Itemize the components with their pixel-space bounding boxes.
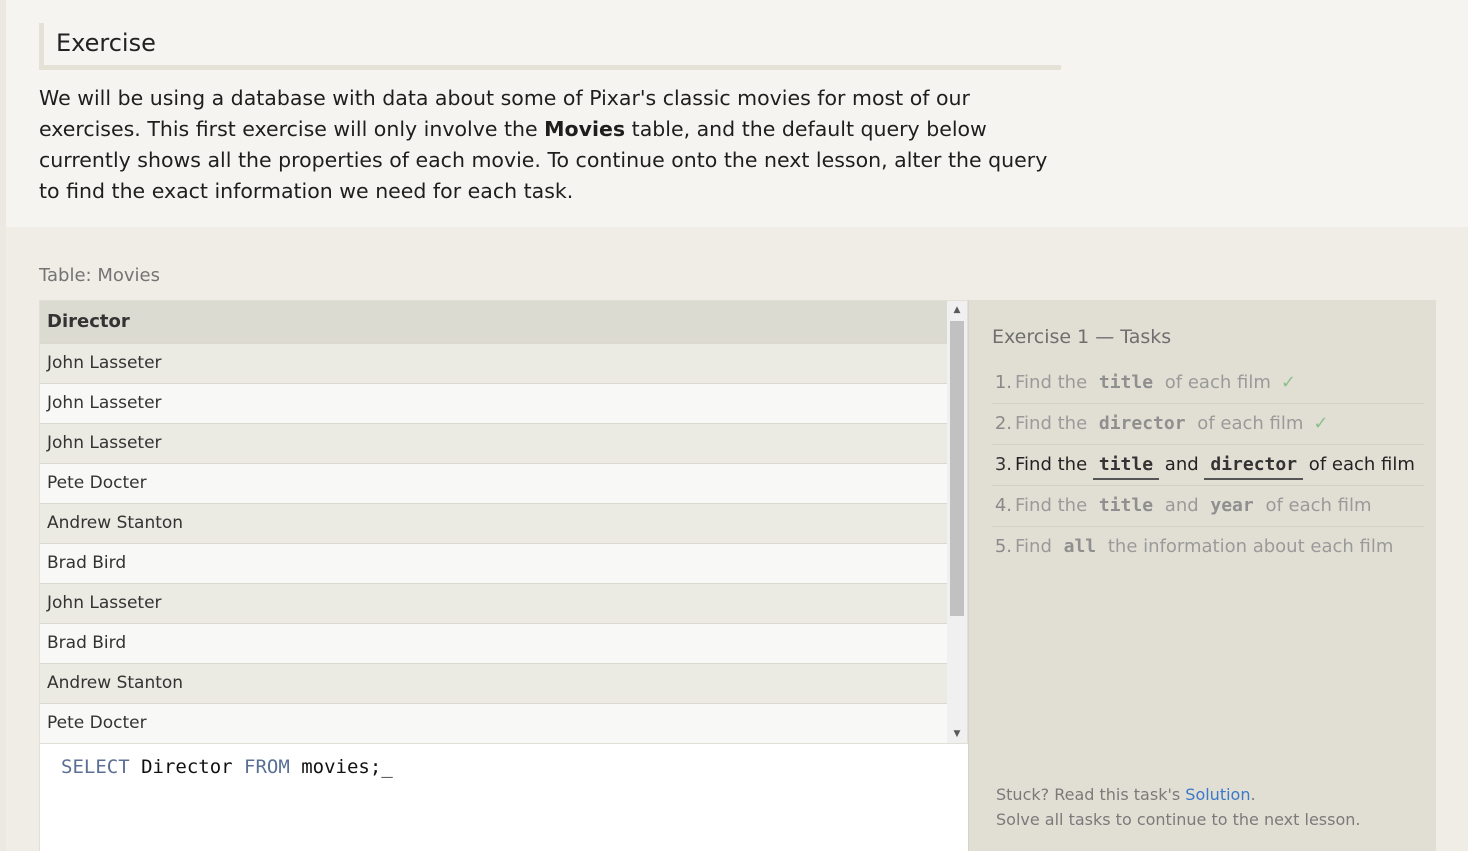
checkmark-icon: ✓ [1313,413,1329,434]
task-text: of each film [1159,372,1271,393]
table-row: John Lasseter [40,342,948,383]
task-code: director [1098,413,1186,434]
task-text: Find [1015,536,1058,557]
tasks-title: Exercise 1 — Tasks [992,326,1172,348]
results-scrollbar[interactable]: ▲ ▼ [947,301,967,743]
table-caption: Table: Movies [39,265,160,286]
sql-table-name: movies; [289,756,382,778]
task-text: and [1159,454,1205,475]
task-code: year [1210,495,1254,516]
stuck-line: Stuck? Read this task's Solution. [996,782,1360,807]
scroll-up-arrow-icon[interactable]: ▲ [947,301,967,319]
task-text: Find the [1015,454,1093,475]
sql-keyword-from: FROM [244,756,290,778]
table-cell: Brad Bird [40,542,948,583]
table-cell: John Lasseter [40,582,948,623]
stuck-suffix: . [1250,785,1256,804]
task-text: Find the [1015,413,1093,434]
table-cell: Pete Docter [40,462,948,503]
stuck-prefix: Stuck? Read this task's [996,785,1186,804]
table-cell: John Lasseter [40,382,948,423]
task-text: Find the [1015,495,1093,516]
table-cell: Pete Docter [40,702,948,743]
task-code: title [1092,454,1160,480]
table-row: Pete Docter [40,462,948,503]
table-row: Andrew Stanton [40,662,948,703]
task-number: 5. [994,536,1012,557]
solution-link[interactable]: Solution [1185,785,1250,804]
exercise-description: We will be using a database with data ab… [39,83,1069,207]
table-row: Brad Bird [40,542,948,583]
sql-query-editor[interactable]: SELECT Director FROM movies;_ [39,744,968,851]
task-list: 1. Find the title of each film ✓ 2. Find th… [992,363,1424,568]
scroll-down-arrow-icon[interactable]: ▼ [947,725,967,743]
task-item-4[interactable]: 4. Find the title and year of each film [992,486,1424,527]
task-text: Find the [1015,372,1093,393]
exercise-heading: Exercise [56,29,156,57]
query-results[interactable]: Director John Lasseter John Lasseter Joh… [39,300,968,744]
column-header-director: Director [40,301,948,343]
task-text: the information about each film [1102,536,1394,557]
task-item-2[interactable]: 2. Find the director of each film ✓ [992,404,1424,445]
task-item-3[interactable]: 3. Find the title and director of each fi… [992,445,1424,486]
checkmark-icon: ✓ [1280,372,1296,393]
table-row: Pete Docter [40,702,948,743]
task-code: director [1204,454,1304,480]
intro-text-bold: Movies [544,117,626,141]
table-cell: Andrew Stanton [40,662,948,703]
task-text: of each film [1303,454,1415,475]
exercise-heading-box: Exercise [39,23,1061,70]
task-number: 4. [994,495,1012,516]
text-cursor: _ [381,756,393,778]
sql-column: Director [129,756,245,778]
table-row: Andrew Stanton [40,502,948,543]
task-code: title [1098,495,1154,516]
table-cell: John Lasseter [40,342,948,383]
tasks-panel: Exercise 1 — Tasks 1. Find the title of e… [968,300,1436,851]
task-number: 3. [994,454,1012,475]
exercise-workspace: Table: Movies Director John Lasseter Joh… [6,227,1468,851]
table-row: Brad Bird [40,622,948,663]
table-row: John Lasseter [40,582,948,623]
table-row: John Lasseter [40,382,948,423]
task-item-5[interactable]: 5. Find all the information about each fi… [992,527,1424,568]
sql-keyword-select: SELECT [61,756,130,778]
task-text: of each film [1259,495,1372,516]
table-row: John Lasseter [40,422,948,463]
exercise-intro: Exercise We will be using a database wit… [6,0,1468,227]
task-item-1[interactable]: 1. Find the title of each film ✓ [992,363,1424,404]
help-text: Stuck? Read this task's Solution. Solve … [996,782,1360,832]
results-table: Director John Lasseter John Lasseter Joh… [40,301,948,743]
task-number: 2. [994,413,1012,434]
task-code: title [1098,372,1154,393]
table-cell: John Lasseter [40,422,948,463]
task-text: and [1159,495,1205,516]
task-code: all [1063,536,1097,557]
scroll-thumb[interactable] [950,321,964,616]
table-cell: Brad Bird [40,622,948,663]
task-text: of each film [1191,413,1304,434]
solve-all-note: Solve all tasks to continue to the next … [996,810,1361,829]
task-number: 1. [994,372,1012,393]
table-cell: Andrew Stanton [40,502,948,543]
sql-query-text[interactable]: SELECT Director FROM movies;_ [61,756,393,778]
